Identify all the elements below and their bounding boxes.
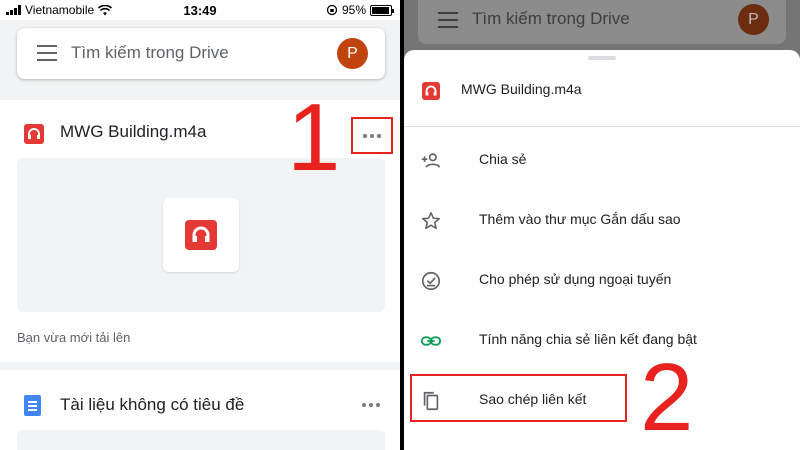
menu-item-label: Thêm vào thư mục Gắn dấu sao — [479, 211, 681, 227]
search-input: Tìm kiếm trong Drive — [472, 9, 630, 28]
menu-item-star[interactable]: Thêm vào thư mục Gắn dấu sao — [404, 190, 800, 250]
menu-item-offline[interactable]: Cho phép sử dụng ngoại tuyến — [404, 250, 800, 310]
more-options-button[interactable] — [351, 117, 393, 154]
hamburger-menu-icon — [438, 12, 458, 28]
more-horiz-icon[interactable] — [362, 403, 380, 407]
offline-check-icon — [421, 271, 441, 291]
menu-item-label: Chia sẻ — [479, 151, 527, 167]
star-icon — [421, 211, 441, 230]
battery-group: 95% — [326, 3, 394, 17]
avatar: P — [738, 4, 769, 35]
google-docs-icon — [24, 395, 41, 416]
battery-percent: 95% — [341, 3, 366, 17]
menu-item-share[interactable]: Chia sẻ — [404, 130, 800, 190]
thumbnail-tile — [163, 198, 239, 272]
orientation-lock-icon — [326, 4, 338, 16]
audio-file-icon — [24, 124, 44, 144]
left-screen: Vietnamobile 13:49 95% Tìm kiếm trong Dr… — [0, 0, 400, 450]
link-icon — [420, 336, 442, 346]
step-2-annotation: 2 — [640, 344, 694, 450]
doc-card[interactable]: Tài liệu không có tiêu đề — [0, 370, 400, 450]
step-1-annotation: 1 — [287, 84, 341, 191]
avatar[interactable]: P — [337, 38, 368, 69]
search-bar[interactable]: Tìm kiếm trong Drive P — [17, 28, 385, 79]
sheet-drag-handle[interactable] — [588, 56, 616, 60]
doc-name[interactable]: Tài liệu không có tiêu đề — [60, 395, 244, 415]
file-subtitle: Bạn vừa mới tải lên — [17, 330, 131, 345]
search-bar-dimmed: Tìm kiếm trong Drive P — [418, 0, 786, 44]
audio-file-icon — [185, 220, 217, 250]
menu-item-link-sharing[interactable]: Tính năng chia sẻ liên kết đang bật — [404, 310, 800, 370]
copy-link-highlight — [410, 374, 627, 422]
menu-item-label: Cho phép sử dụng ngoại tuyến — [479, 271, 672, 287]
battery-icon — [370, 4, 394, 16]
person-add-icon — [421, 153, 441, 168]
divider — [404, 126, 800, 127]
hamburger-menu-icon[interactable] — [37, 45, 57, 61]
search-input[interactable]: Tìm kiếm trong Drive — [71, 43, 229, 63]
more-horiz-icon — [363, 133, 381, 138]
doc-thumbnail[interactable] — [17, 430, 385, 450]
sheet-title: MWG Building.m4a — [461, 81, 582, 97]
audio-file-icon — [422, 82, 440, 100]
file-name[interactable]: MWG Building.m4a — [60, 122, 206, 142]
status-bar: Vietnamobile 13:49 95% — [0, 0, 400, 20]
